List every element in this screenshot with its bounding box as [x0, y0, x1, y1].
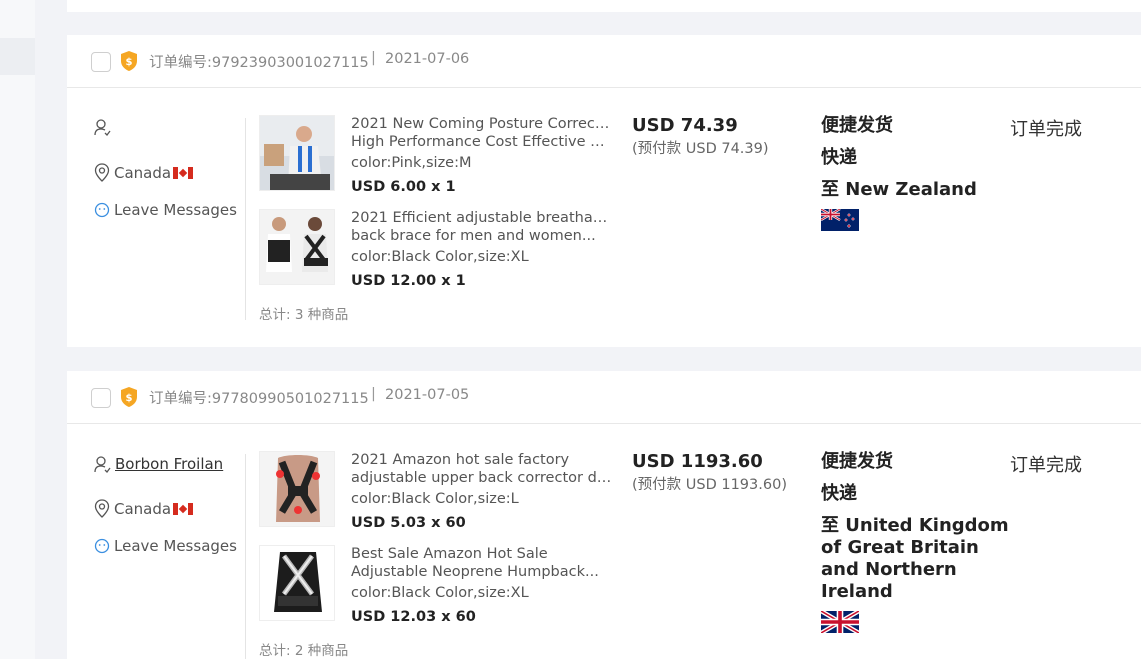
- order-header: $ 订单编号:97780990501027115 | 2021-07-05: [67, 371, 1141, 424]
- order-total-price: USD 74.39: [632, 115, 738, 136]
- product-price: USD 12.03 x 60: [351, 609, 476, 625]
- header-divider: |: [371, 50, 376, 66]
- order-price: USD 1193.60 (预付款 USD 1193.60): [632, 451, 787, 494]
- product-thumbnail[interactable]: [259, 115, 335, 191]
- united-kingdom-flag-icon: [821, 611, 859, 633]
- product-thumbnail[interactable]: [259, 209, 335, 285]
- header-divider: |: [371, 386, 376, 402]
- shipping-method: 便捷发货: [821, 115, 893, 136]
- items-total: 总计: 2 种商品: [259, 643, 349, 659]
- order-header: $ 订单编号:97923903001027115 | 2021-07-06: [67, 35, 1141, 88]
- shipping-method: 便捷发货: [821, 451, 893, 472]
- order-card: $ 订单编号:97780990501027115 | 2021-07-05 Bo…: [67, 371, 1141, 659]
- product-spec: color:Black Color,size:XL: [351, 249, 529, 265]
- message-smile-icon: [94, 202, 110, 218]
- product-spec: color:Pink,size:M: [351, 155, 472, 171]
- destination-country: 至 New Zealand: [821, 179, 977, 200]
- prepaid-amount: (预付款 USD 1193.60): [632, 477, 787, 493]
- column-divider: [245, 118, 246, 320]
- new-zealand-flag-icon: [821, 209, 859, 231]
- page-gutter: [35, 0, 67, 659]
- country-row: Canada: [94, 499, 194, 518]
- left-sidebar: [0, 0, 35, 659]
- order-select-checkbox[interactable]: [91, 388, 111, 408]
- product-price: USD 5.03 x 60: [351, 515, 466, 531]
- message-smile-icon: [94, 538, 110, 554]
- product-title-link[interactable]: Best Sale Amazon Hot Sale Adjustable Neo…: [351, 545, 613, 581]
- canada-flag-icon: [173, 166, 194, 179]
- location-pin-icon: [94, 499, 110, 518]
- product-price: USD 12.00 x 1: [351, 273, 466, 289]
- product-title-link[interactable]: 2021 Amazon hot sale factory adjustable …: [351, 451, 613, 487]
- shipping-info: 便捷发货 快递 至 New Zealand: [821, 115, 1011, 231]
- leave-messages-label: Leave Messages: [114, 537, 237, 555]
- prepaid-amount: (预付款 USD 74.39): [632, 141, 769, 157]
- canada-flag-icon: [173, 502, 194, 515]
- product-price: USD 6.00 x 1: [351, 179, 456, 195]
- svg-text:$: $: [126, 393, 133, 404]
- destination-country: 至 United Kingdom of Great Britain and No…: [821, 515, 1009, 602]
- order-select-checkbox[interactable]: [91, 52, 111, 72]
- shipping-type: 快递: [821, 483, 857, 504]
- leave-messages-label: Leave Messages: [114, 201, 237, 219]
- items-total: 总计: 3 种商品: [259, 307, 349, 323]
- product-title-link[interactable]: 2021 Efficient adjustable breathability …: [351, 209, 613, 245]
- order-date: 2021-07-05: [385, 387, 470, 403]
- buyer-country: Canada: [114, 499, 172, 518]
- verified-shield-icon: $: [121, 387, 137, 407]
- order-status: 订单完成: [1010, 455, 1082, 476]
- sidebar-selected-item[interactable]: [0, 38, 35, 75]
- order-number: 订单编号:97923903001027115: [149, 55, 369, 71]
- order-total-price: USD 1193.60: [632, 451, 763, 472]
- leave-messages-link[interactable]: Leave Messages: [94, 537, 237, 555]
- shipping-info: 便捷发货 快递 至 United Kingdom of Great Britai…: [821, 451, 1011, 633]
- buyer-name-link[interactable]: Borbon Froilan: [115, 455, 223, 473]
- product-spec: color:Black Color,size:XL: [351, 585, 529, 601]
- product-thumbnail[interactable]: [259, 451, 335, 527]
- order-price: USD 74.39 (预付款 USD 74.39): [632, 115, 769, 158]
- product-spec: color:Black Color,size:L: [351, 491, 519, 507]
- order-card: $ 订单编号:97923903001027115 | 2021-07-06 Ca…: [67, 35, 1141, 347]
- column-divider: [245, 454, 246, 659]
- order-number: 订单编号:97780990501027115: [149, 391, 369, 407]
- order-status: 订单完成: [1010, 119, 1082, 140]
- buyer-row[interactable]: Borbon Froilan: [94, 455, 223, 473]
- previous-card-bottom: [67, 0, 1141, 12]
- svg-text:$: $: [126, 57, 133, 68]
- location-pin-icon: [94, 163, 110, 182]
- buyer-country: Canada: [114, 163, 172, 182]
- buyer-row[interactable]: [94, 119, 115, 136]
- order-date: 2021-07-06: [385, 51, 470, 67]
- country-row: Canada: [94, 163, 194, 182]
- verified-shield-icon: $: [121, 51, 137, 71]
- product-thumbnail[interactable]: [259, 545, 335, 621]
- user-icon: [94, 119, 111, 136]
- leave-messages-link[interactable]: Leave Messages: [94, 201, 237, 219]
- user-icon: [94, 455, 111, 473]
- product-title-link[interactable]: 2021 New Coming Posture Corrector High P…: [351, 115, 613, 151]
- shipping-type: 快递: [821, 147, 857, 168]
